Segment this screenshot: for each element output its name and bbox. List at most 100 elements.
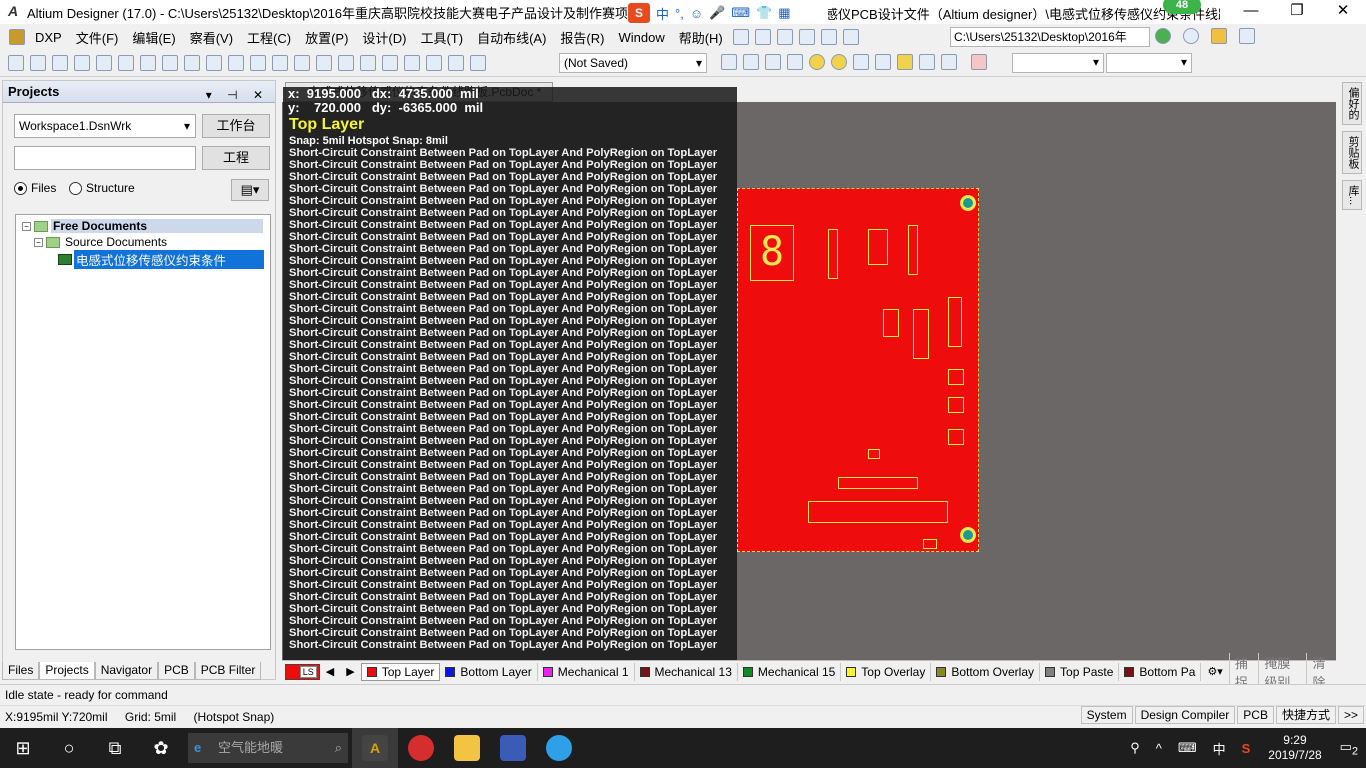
layer-tab[interactable]: Top Paste <box>1040 662 1120 681</box>
collapse-icon[interactable]: − <box>22 221 31 231</box>
print-preview-icon[interactable] <box>96 55 112 71</box>
altium-taskbar-icon[interactable]: A <box>352 728 398 768</box>
collapse-icon[interactable]: − <box>34 237 43 247</box>
visio-icon[interactable] <box>490 728 536 768</box>
component-icon[interactable] <box>776 29 793 45</box>
clear-filter-icon[interactable] <box>382 55 398 71</box>
tab-navigator[interactable]: Navigator <box>94 662 159 680</box>
chevron-up-icon[interactable]: ^ <box>1148 741 1170 756</box>
save-icon[interactable] <box>52 55 68 71</box>
layer-nav-right[interactable]: ▶ <box>340 665 360 678</box>
menu-project[interactable]: 工程(C) <box>240 28 298 47</box>
pcb-board[interactable]: 8 <box>737 188 979 552</box>
layer-tab[interactable]: Bottom Pa <box>1119 662 1202 681</box>
pad-icon[interactable] <box>809 54 825 70</box>
windows-start-icon[interactable]: ⊞ <box>0 728 46 768</box>
layer-tab[interactable]: Mechanical 13 <box>635 662 738 681</box>
menu-reports[interactable]: 报告(R) <box>553 28 611 47</box>
wire-icon[interactable] <box>732 29 749 45</box>
zoom-filter-icon[interactable] <box>206 55 222 71</box>
zoom-area-icon[interactable] <box>162 55 178 71</box>
radio-files-dot[interactable] <box>14 181 27 195</box>
fill-icon[interactable] <box>875 54 891 70</box>
dock-tab-clipboard[interactable]: 剪贴板 <box>1342 131 1362 174</box>
menu-file[interactable]: 文件(F) <box>69 28 126 47</box>
radio-structure-dot[interactable] <box>69 181 82 195</box>
menu-edit[interactable]: 编辑(E) <box>125 28 182 47</box>
filter-combo-1[interactable]: ▾ <box>1012 53 1104 73</box>
deselect-icon[interactable] <box>360 55 376 71</box>
filter-combo-2[interactable]: ▾ <box>1106 53 1192 73</box>
notification-icon[interactable]: ▭2 <box>1332 739 1366 758</box>
minimize-button[interactable]: — <box>1228 0 1274 24</box>
project-tree[interactable]: − Free Documents − Source Documents 电感式位… <box>15 214 271 650</box>
panel-more-button[interactable]: >> <box>1337 706 1364 724</box>
dock-tab-favorites[interactable]: 偏好的 <box>1342 82 1362 125</box>
copy-icon[interactable] <box>250 55 266 71</box>
workspace-button[interactable]: 工作台 <box>202 114 270 138</box>
cut-icon[interactable] <box>228 55 244 71</box>
open-icon[interactable] <box>30 55 46 71</box>
tray-language[interactable]: 中 <box>1205 739 1234 758</box>
clear-drc-icon[interactable] <box>971 54 987 70</box>
menu-help[interactable]: 帮助(H) <box>672 28 730 47</box>
tab-pcb-filter[interactable]: PCB Filter <box>194 662 262 680</box>
layer-set-icon[interactable]: ⚙▾ <box>1201 665 1228 678</box>
undo-icon[interactable] <box>404 55 420 71</box>
pinwheel-icon[interactable]: ✿ <box>138 728 184 768</box>
browse-icon[interactable] <box>470 55 486 71</box>
component-place-icon[interactable] <box>941 54 957 70</box>
align-icon[interactable] <box>754 29 771 45</box>
layer-tab[interactable]: Bottom Overlay <box>931 662 1041 681</box>
sogou-tray-icon[interactable]: S <box>1234 741 1259 756</box>
line-icon[interactable] <box>787 54 803 70</box>
netease-music-icon[interactable] <box>398 728 444 768</box>
menu-place[interactable]: 放置(P) <box>298 28 355 47</box>
tab-pcb[interactable]: PCB <box>158 662 195 680</box>
shirt-icon[interactable]: 👕 <box>756 5 772 21</box>
keyboard-icon[interactable]: ⌨ <box>731 5 750 21</box>
current-layer-color[interactable]: LS <box>285 663 320 680</box>
ime-punct[interactable]: °, <box>675 6 684 21</box>
paste-icon[interactable] <box>272 55 288 71</box>
layer-tab[interactable]: Bottom Layer <box>440 662 538 681</box>
workspace-select[interactable]: Workspace1.DsnWrk ▾ <box>14 114 196 138</box>
tree-node-pcb-file[interactable]: 电感式位移传感仪约束条件 <box>58 250 264 269</box>
menu-design[interactable]: 设计(D) <box>355 28 413 47</box>
print-icon[interactable] <box>74 55 90 71</box>
layer-tab[interactable]: Top Overlay <box>841 662 932 681</box>
people-icon[interactable]: ⚲ <box>1122 740 1148 756</box>
diff-pair-icon[interactable] <box>743 54 759 70</box>
interactive-route-icon[interactable] <box>721 54 737 70</box>
radio-files[interactable]: Files <box>14 181 56 195</box>
multi-route-icon[interactable] <box>765 54 781 70</box>
layer-tab[interactable]: Mechanical 1 <box>538 662 635 681</box>
rubber-stamp-icon[interactable] <box>294 55 310 71</box>
zoom-fit-icon[interactable] <box>140 55 156 71</box>
panel-design-compiler-button[interactable]: Design Compiler <box>1134 706 1236 724</box>
sogou-ime-icon[interactable]: S <box>628 3 650 23</box>
menu-dxp[interactable]: DXP <box>28 30 69 45</box>
via-icon[interactable] <box>831 54 847 70</box>
tab-files[interactable]: Files <box>2 662 40 680</box>
layer-tab[interactable]: Mechanical 15 <box>738 662 842 681</box>
arc-icon[interactable] <box>853 54 869 70</box>
mic-icon[interactable]: 🎤 <box>709 5 725 21</box>
smile-icon[interactable]: ☺ <box>690 6 703 21</box>
menu-window[interactable]: Window <box>611 30 671 45</box>
panel-pcb-button[interactable]: PCB <box>1237 706 1274 724</box>
panel-system-button[interactable]: System <box>1080 706 1133 724</box>
dxp-icon[interactable] <box>9 29 25 45</box>
project-options-button[interactable]: ▤▾ <box>231 179 269 201</box>
home-icon[interactable] <box>1211 28 1227 44</box>
back-icon[interactable] <box>1155 28 1171 44</box>
cross-probe-icon[interactable] <box>448 55 464 71</box>
menu-autoroute[interactable]: 自动布线(A) <box>470 28 553 47</box>
layer-tab[interactable]: Top Layer <box>360 662 441 681</box>
measure-icon[interactable] <box>798 29 815 45</box>
task-view-icon[interactable]: ⧉ <box>92 728 138 768</box>
project-search-input[interactable] <box>14 146 196 170</box>
select-area-icon[interactable] <box>316 55 332 71</box>
tree-node-source-documents[interactable]: − Source Documents <box>34 235 169 249</box>
move-icon[interactable] <box>338 55 354 71</box>
